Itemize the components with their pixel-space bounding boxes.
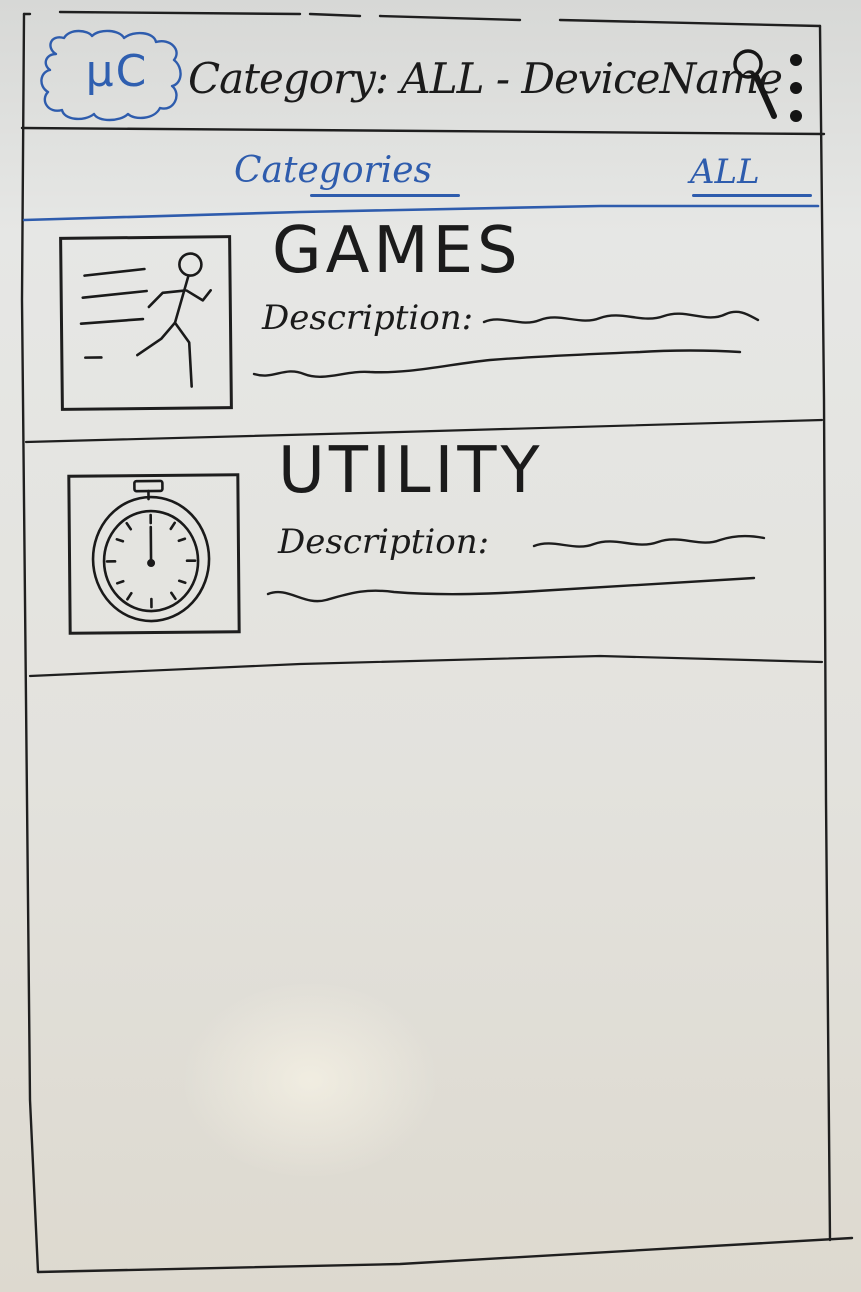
empty-list-area <box>36 680 822 1240</box>
category-title: GAMES <box>272 214 522 288</box>
app-bar: μC Category: ALL - DeviceName <box>28 24 824 130</box>
description-placeholder <box>266 534 766 603</box>
tab-all-indicator <box>692 194 812 197</box>
stopwatch-icon <box>67 473 241 635</box>
menu-dot <box>790 110 802 122</box>
running-figure-icon <box>59 235 233 411</box>
category-title: UTILITY <box>278 434 544 508</box>
more-vert-icon[interactable] <box>784 38 808 122</box>
search-icon[interactable] <box>730 38 780 122</box>
tab-all[interactable]: ALL <box>690 152 760 192</box>
tab-categories[interactable]: Categories <box>234 150 432 191</box>
page-title: Category: ALL - DeviceName <box>188 54 783 103</box>
tab-bar: Categories ALL <box>28 132 824 214</box>
menu-dot <box>790 82 802 94</box>
app-logo[interactable]: μC <box>36 28 186 124</box>
tab-categories-indicator <box>310 194 460 197</box>
menu-dot <box>790 54 802 66</box>
category-item-utility[interactable]: UTILITY Description: <box>28 434 824 666</box>
description-placeholder <box>252 310 760 378</box>
category-item-games[interactable]: GAMES Description: <box>28 214 824 432</box>
logo-text: μC <box>85 46 149 97</box>
